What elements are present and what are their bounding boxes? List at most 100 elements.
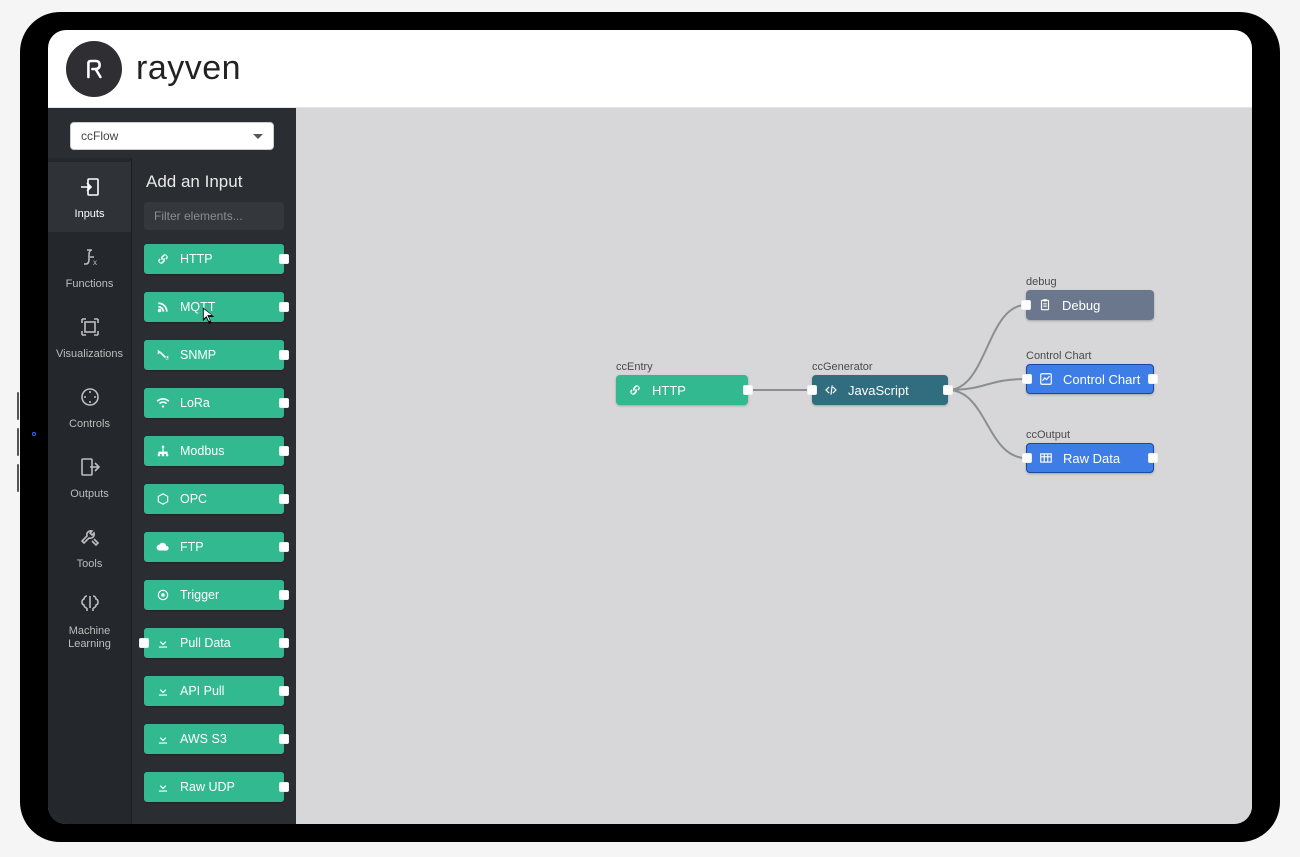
port-in[interactable] xyxy=(139,638,149,648)
node-title: ccGenerator xyxy=(812,361,873,373)
nav-item-visualizations[interactable]: Visualizations xyxy=(48,302,131,372)
flow-node-controlchart[interactable]: Control Chart xyxy=(1026,364,1154,394)
flow-node-debug[interactable]: Debug xyxy=(1026,290,1154,320)
mqtt-icon xyxy=(156,300,170,314)
element-item-label: AWS S3 xyxy=(180,732,227,746)
element-item-mqtt[interactable]: MQTT xyxy=(144,292,284,322)
tablet-screen: rayven ccFlow I xyxy=(48,30,1252,824)
element-item-aws-s3[interactable]: AWS S3 xyxy=(144,724,284,754)
nav-label: Functions xyxy=(66,278,114,290)
element-item-label: Raw UDP xyxy=(180,780,235,794)
port-out[interactable] xyxy=(279,302,289,312)
workspace: ccFlow Inputs x xyxy=(48,108,1252,824)
tools-icon xyxy=(78,525,102,552)
element-item-label: OPC xyxy=(180,492,207,506)
table-icon xyxy=(1039,451,1053,465)
brand-logo: rayven xyxy=(66,41,241,97)
node-label: HTTP xyxy=(652,383,686,398)
port-out[interactable] xyxy=(743,385,753,395)
tablet-frame: rayven ccFlow I xyxy=(20,12,1280,842)
nav-item-inputs[interactable]: Inputs xyxy=(48,162,131,232)
brand-name: rayven xyxy=(136,49,241,88)
sidebar: ccFlow Inputs x xyxy=(48,108,296,824)
element-item-label: LoRa xyxy=(180,396,210,410)
category-nav: Inputs x Functions Visualiz xyxy=(48,158,132,824)
port-in[interactable] xyxy=(807,385,817,395)
code-icon xyxy=(824,383,838,397)
wifi-icon xyxy=(156,396,170,410)
element-item-ftp[interactable]: FTP xyxy=(144,532,284,562)
chevron-down-icon xyxy=(253,134,263,139)
element-item-http[interactable]: HTTP xyxy=(144,244,284,274)
svg-text:x: x xyxy=(93,258,97,267)
flow-select-value: ccFlow xyxy=(81,129,118,143)
node-title: debug xyxy=(1026,276,1057,288)
port-in[interactable] xyxy=(1022,374,1032,384)
flow-canvas[interactable]: ccEntryHTTPccGeneratorJavaScriptdebugDeb… xyxy=(296,108,1252,824)
port-out[interactable] xyxy=(279,734,289,744)
port-out[interactable] xyxy=(1148,374,1158,384)
nav-item-machine-learning[interactable]: Machine Learning xyxy=(48,582,131,660)
port-out[interactable] xyxy=(279,446,289,456)
element-item-label: MQTT xyxy=(180,300,215,314)
nav-item-controls[interactable]: Controls xyxy=(48,372,131,442)
element-item-label: Modbus xyxy=(180,444,224,458)
app-header: rayven xyxy=(48,30,1252,108)
port-out[interactable] xyxy=(943,385,953,395)
node-label: Control Chart xyxy=(1063,372,1140,387)
element-item-trigger[interactable]: Trigger xyxy=(144,580,284,610)
port-out[interactable] xyxy=(279,686,289,696)
visualizations-icon xyxy=(78,315,102,342)
link-icon xyxy=(156,252,170,266)
download-icon xyxy=(156,732,170,746)
flow-node-ccentry[interactable]: HTTP xyxy=(616,375,748,405)
nav-label: Controls xyxy=(69,418,110,430)
outputs-icon xyxy=(78,455,102,482)
port-out[interactable] xyxy=(1148,453,1158,463)
port-out[interactable] xyxy=(279,254,289,264)
element-item-pull-data[interactable]: Pull Data xyxy=(144,628,284,658)
inputs-icon xyxy=(78,175,102,202)
nav-item-tools[interactable]: Tools xyxy=(48,512,131,582)
element-item-api-pull[interactable]: API Pull xyxy=(144,676,284,706)
port-in[interactable] xyxy=(1022,453,1032,463)
flow-node-ccgenerator[interactable]: JavaScript xyxy=(812,375,948,405)
nav-item-outputs[interactable]: Outputs xyxy=(48,442,131,512)
brand-mark-icon xyxy=(66,41,122,97)
element-item-raw-udp[interactable]: Raw UDP xyxy=(144,772,284,802)
cube-icon xyxy=(156,492,170,506)
element-item-snmp[interactable]: SNMP xyxy=(144,340,284,370)
node-title: ccOutput xyxy=(1026,429,1070,441)
port-out[interactable] xyxy=(279,398,289,408)
controls-icon xyxy=(78,385,102,412)
element-item-label: SNMP xyxy=(180,348,216,362)
flow-select[interactable]: ccFlow xyxy=(70,122,274,150)
port-out[interactable] xyxy=(279,494,289,504)
chart-icon xyxy=(1039,372,1053,386)
flow-node-ccoutput[interactable]: Raw Data xyxy=(1026,443,1154,473)
element-item-label: HTTP xyxy=(180,252,213,266)
element-panel: Add an Input HTTPMQTTSNMPLoRaModbusOPCFT… xyxy=(132,158,296,824)
element-item-label: Pull Data xyxy=(180,636,231,650)
element-item-lora[interactable]: LoRa xyxy=(144,388,284,418)
element-list: HTTP MQTT SNMP LoRa Modbus OPC FTP Trigger Pull … xyxy=(144,244,284,802)
port-out[interactable] xyxy=(279,542,289,552)
port-in[interactable] xyxy=(1021,300,1031,310)
download-icon xyxy=(156,636,170,650)
port-out[interactable] xyxy=(279,350,289,360)
snmp-icon xyxy=(156,348,170,362)
element-item-modbus[interactable]: Modbus xyxy=(144,436,284,466)
element-item-opc[interactable]: OPC xyxy=(144,484,284,514)
filter-input[interactable] xyxy=(144,202,284,230)
port-out[interactable] xyxy=(279,590,289,600)
link-icon xyxy=(628,383,642,397)
tablet-home-indicator xyxy=(32,432,36,436)
clipboard-icon xyxy=(1038,298,1052,312)
nav-item-functions[interactable]: x Functions xyxy=(48,232,131,302)
element-item-label: Trigger xyxy=(180,588,219,602)
element-item-label: FTP xyxy=(180,540,204,554)
tablet-side-buttons xyxy=(17,392,19,500)
port-out[interactable] xyxy=(279,782,289,792)
download-icon xyxy=(156,780,170,794)
port-out[interactable] xyxy=(279,638,289,648)
